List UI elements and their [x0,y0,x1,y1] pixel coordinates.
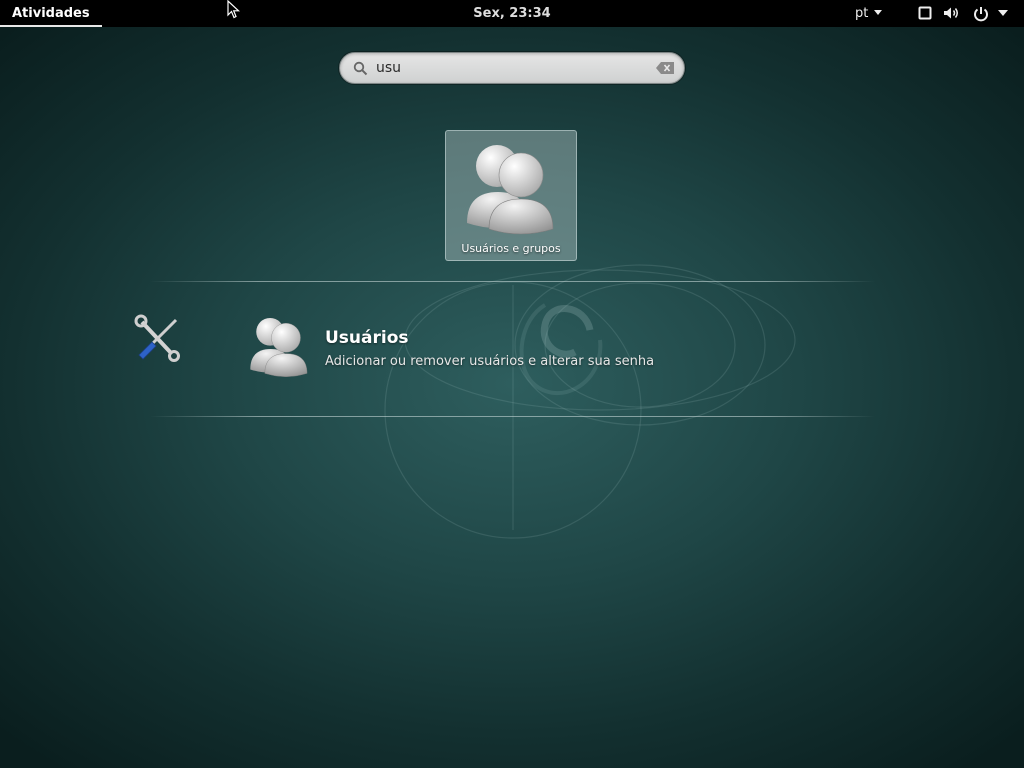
results-separator-bottom [150,416,875,417]
app-tile-label: Usuários e grupos [461,242,561,255]
mouse-cursor-icon [227,0,241,19]
activities-button[interactable]: Atividades [0,0,102,27]
settings-tools-icon[interactable] [134,314,182,362]
search-input[interactable] [376,58,646,78]
language-indicator[interactable]: pt [855,0,883,27]
clear-icon[interactable] [656,62,674,74]
users-icon [467,145,554,235]
language-label: pt [855,6,869,21]
result-description: Adicionar ou remover usuários e alterar … [325,354,655,369]
power-icon [974,7,988,22]
clock-label[interactable]: Sex, 23:34 [473,6,550,21]
display-icon [918,6,932,20]
menu-caret-icon [998,10,1008,16]
search-bar[interactable] [339,52,685,84]
users-icon [250,317,308,377]
background-swirl [384,264,796,539]
volume-icon [944,7,958,19]
search-result-users[interactable]: Usuários Adicionar ou remover usuários e… [244,312,724,384]
results-separator-top [150,281,875,282]
result-title: Usuários [325,328,409,348]
app-tile-users-groups[interactable]: Usuários e grupos [445,130,577,261]
top-bar: Atividades Sex, 23:34 pt [0,0,1024,27]
search-icon [353,61,368,76]
language-caret-icon [874,10,883,15]
